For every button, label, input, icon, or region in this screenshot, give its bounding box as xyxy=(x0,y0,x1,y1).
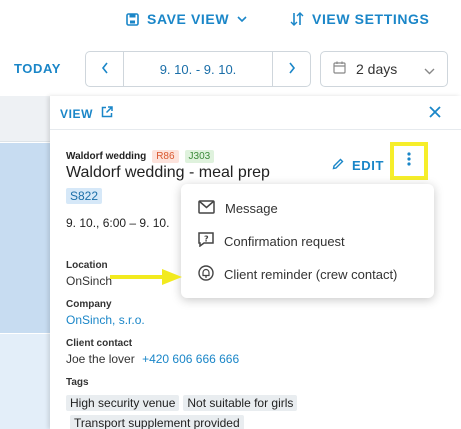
confirmation-request-icon: ? xyxy=(198,232,214,250)
badge-r: R86 xyxy=(152,150,179,163)
menu-item-confirmation-request[interactable]: ? Confirmation request xyxy=(181,225,434,257)
annotation-arrow xyxy=(108,266,184,293)
previous-date-button[interactable] xyxy=(86,52,124,86)
bell-icon xyxy=(198,264,214,284)
date-toolbar: TODAY 9. 10. - 9. 10. 2 days xyxy=(0,50,461,88)
company-label: Company xyxy=(66,299,112,310)
location-value: OnSinch xyxy=(66,274,113,288)
menu-item-label: Message xyxy=(225,200,278,216)
date-navigator: 9. 10. - 9. 10. xyxy=(85,51,311,87)
event-datetime: 9. 10., 6:00 – 9. 10. xyxy=(66,216,170,230)
save-view-button[interactable]: SAVE VIEW xyxy=(126,8,247,30)
company-link[interactable]: OnSinch, s.r.o. xyxy=(66,313,145,327)
edit-label: EDIT xyxy=(352,158,385,173)
more-vertical-icon xyxy=(407,151,411,171)
tag: Transport supplement provided xyxy=(70,415,244,429)
days-select-value: 2 days xyxy=(356,61,398,77)
badge-s: S822 xyxy=(66,188,103,204)
view-link[interactable]: VIEW xyxy=(60,106,113,121)
top-toolbar: SAVE VIEW VIEW SETTINGS xyxy=(0,0,461,40)
date-range[interactable]: 9. 10. - 9. 10. xyxy=(124,52,272,86)
today-button[interactable]: TODAY xyxy=(14,61,61,76)
calendar-icon xyxy=(333,61,346,77)
close-button[interactable] xyxy=(429,105,441,123)
event-title: Waldorf wedding - meal prep xyxy=(66,164,270,181)
close-icon xyxy=(429,105,441,122)
menu-item-client-reminder[interactable]: Client reminder (crew contact) xyxy=(181,258,434,290)
view-settings-button[interactable]: VIEW SETTINGS xyxy=(290,8,429,30)
chevron-right-icon xyxy=(288,61,296,77)
menu-item-label: Confirmation request xyxy=(224,233,345,249)
tags-label: Tags xyxy=(66,377,89,388)
external-link-icon xyxy=(101,106,113,121)
tag: Not suitable for girls xyxy=(183,395,298,411)
tags-row: Transport supplement provided xyxy=(70,415,244,429)
tag: High security venue xyxy=(66,395,180,411)
badge-j: J303 xyxy=(184,150,215,163)
client-contact-label: Client contact xyxy=(66,338,133,349)
edit-button[interactable]: EDIT xyxy=(332,158,384,173)
view-settings-label: VIEW SETTINGS xyxy=(312,11,430,27)
client-contact-value: Joe the lover +420 606 666 666 xyxy=(66,352,239,366)
chevron-left-icon xyxy=(101,61,109,77)
svg-text:?: ? xyxy=(204,235,209,244)
menu-item-label: Client reminder (crew contact) xyxy=(224,266,398,282)
more-options-button[interactable] xyxy=(390,142,428,180)
calendar-header-cell xyxy=(0,96,50,142)
more-options-menu: Message ? Confirmation request Client re… xyxy=(181,184,434,298)
location-label: Location xyxy=(66,260,108,271)
event-subtitle: Waldorf wedding R86 J303 xyxy=(66,150,215,163)
menu-item-message[interactable]: Message xyxy=(181,192,434,224)
panel-header: VIEW xyxy=(50,96,461,130)
days-select[interactable]: 2 days xyxy=(320,51,448,87)
calendar-event-block[interactable] xyxy=(0,334,50,429)
chevron-down-icon xyxy=(424,62,435,78)
client-contact-name: Joe the lover xyxy=(66,352,135,366)
sliders-icon xyxy=(290,12,304,26)
message-icon xyxy=(198,199,215,217)
event-small-title: Waldorf wedding xyxy=(66,151,147,162)
pencil-icon xyxy=(332,158,344,173)
chevron-down-icon xyxy=(237,15,247,23)
save-view-label: SAVE VIEW xyxy=(147,11,230,27)
tags-row: High security venue Not suitable for gir… xyxy=(66,395,298,411)
calendar-event-block[interactable] xyxy=(0,143,50,333)
save-icon xyxy=(126,12,139,26)
client-contact-phone[interactable]: +420 606 666 666 xyxy=(142,352,239,366)
view-label: VIEW xyxy=(60,106,94,121)
next-date-button[interactable] xyxy=(272,52,310,86)
calendar-background xyxy=(0,96,50,429)
